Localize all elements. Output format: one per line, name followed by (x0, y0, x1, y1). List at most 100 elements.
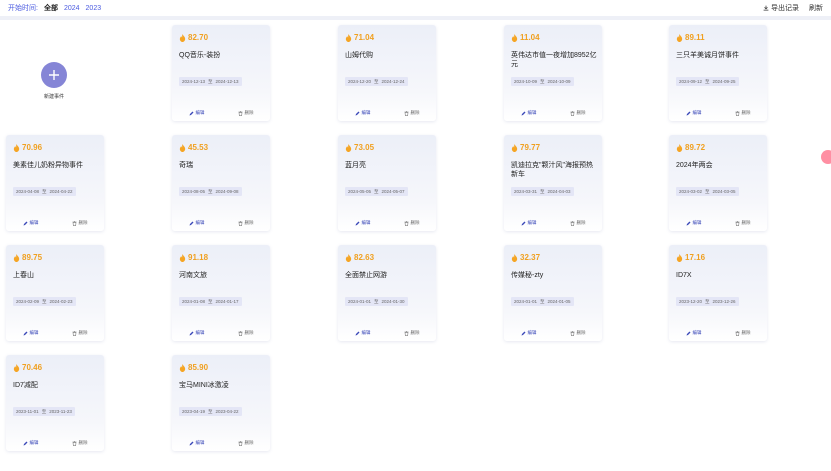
edit-icon (189, 111, 193, 115)
edit-button[interactable]: 编辑 (504, 107, 553, 119)
new-event-button[interactable] (41, 62, 67, 88)
event-card[interactable]: 89.11 三只羊美诚月饼事件 2024-09-12 至 2024-09-25 编辑 删除 (669, 25, 767, 121)
flame-icon (676, 143, 683, 152)
time-filter: 开始时间: 全部 2024 2023 (0, 3, 101, 13)
edit-button[interactable]: 编辑 (172, 327, 221, 339)
filter-option-2024[interactable]: 2024 (64, 5, 80, 12)
start-date: 2024-03-02 (679, 189, 703, 194)
event-card[interactable]: 70.46 ID7减配 2023-11-01 至 2023-11-23 编辑 删除 (6, 355, 104, 451)
delete-label: 删除 (410, 220, 420, 225)
flame-icon (345, 253, 352, 262)
delete-button[interactable]: 删除 (387, 327, 436, 339)
event-card[interactable]: 89.72 2024年两会 2024-03-02 至 2024-03-05 编辑 删除 (669, 135, 767, 231)
event-card[interactable]: 82.70 QQ音乐-装扮 2024-12-13 至 2024-12-13 编辑 删除 (172, 25, 270, 121)
event-card[interactable]: 70.96 美素佳儿奶粉异物事件 2024-04-08 至 2024-04-22 编辑 删除 (6, 135, 104, 231)
edit-button[interactable]: 编辑 (338, 217, 387, 229)
card-actions: 编辑 删除 (504, 217, 602, 229)
flame-icon (179, 143, 186, 152)
delete-button[interactable]: 删除 (553, 107, 602, 119)
refresh-button[interactable]: 刷新 (809, 3, 823, 13)
event-date-range: 2024-12-13 至 2024-12-13 (179, 77, 242, 86)
edit-label: 编辑 (195, 220, 205, 225)
delete-button[interactable]: 删除 (553, 327, 602, 339)
flame-icon (511, 253, 518, 262)
edit-button[interactable]: 编辑 (172, 437, 221, 449)
start-date: 2024-01-08 (182, 299, 206, 304)
edit-button[interactable]: 编辑 (669, 217, 718, 229)
heat-score-value: 70.46 (22, 363, 43, 372)
start-date: 2024-03-31 (514, 189, 538, 194)
delete-button[interactable]: 删除 (718, 217, 767, 229)
card-actions: 编辑 删除 (338, 107, 436, 119)
end-date: 2024-02-23 (49, 299, 73, 304)
card-actions: 编辑 删除 (669, 107, 767, 119)
event-card[interactable]: 82.63 全面禁止网游 2024-01-01 至 2024-01-30 编辑 删除 (338, 245, 436, 341)
heat-score-value: 89.72 (685, 143, 706, 152)
heat-score: 89.11 (676, 33, 705, 42)
date-separator: 至 (374, 188, 379, 194)
flame-icon (511, 143, 518, 152)
event-card[interactable]: 11.04 英伟达市值一夜增加8952亿元 2024-10-09 至 2024-10-0… (504, 25, 602, 121)
event-title: QQ音乐-装扮 (179, 52, 221, 59)
event-title: 三只羊美诚月饼事件 (676, 52, 739, 59)
event-card[interactable]: 32.37 传媒秘-zty 2024-01-01 至 2024-01-05 编辑 删除 (504, 245, 602, 341)
heat-score: 85.90 (179, 363, 208, 372)
event-card[interactable]: 91.18 河南文旅 2024-01-08 至 2024-01-17 编辑 删除 (172, 245, 270, 341)
export-button[interactable]: 导出记录 (763, 3, 799, 13)
delete-button[interactable]: 删除 (718, 327, 767, 339)
edit-button[interactable]: 编辑 (172, 107, 221, 119)
edit-button[interactable]: 编辑 (6, 437, 55, 449)
heat-score: 45.53 (179, 143, 208, 152)
event-card[interactable]: 17.16 ID7X 2023-12-20 至 2023-12-26 编辑 删除 (669, 245, 767, 341)
start-date: 2024-05-05 (348, 189, 372, 194)
event-title: 传媒秘-zty (511, 272, 544, 279)
delete-button[interactable]: 删除 (221, 217, 270, 229)
event-title: 河南文旅 (179, 272, 207, 279)
delete-button[interactable]: 删除 (718, 107, 767, 119)
event-card[interactable]: 45.53 奇瑞 2024-08-05 至 2024-09-08 编辑 删除 (172, 135, 270, 231)
delete-button[interactable]: 删除 (221, 437, 270, 449)
delete-button[interactable]: 删除 (55, 437, 104, 449)
plus-icon (49, 70, 59, 80)
date-separator: 至 (540, 188, 545, 194)
edit-button[interactable]: 编辑 (338, 327, 387, 339)
filter-option-all[interactable]: 全部 (44, 3, 58, 13)
edit-button[interactable]: 编辑 (669, 327, 718, 339)
edit-label: 编辑 (29, 440, 39, 445)
start-date: 2023-12-20 (679, 299, 703, 304)
edit-button[interactable]: 编辑 (504, 327, 553, 339)
delete-button[interactable]: 删除 (55, 217, 104, 229)
date-separator: 至 (208, 188, 213, 194)
event-card[interactable]: 85.90 宝马MINI冰激凌 2023-04-19 至 2023-04-22 编辑 删除 (172, 355, 270, 451)
start-date: 2024-01-01 (514, 299, 538, 304)
edit-button[interactable]: 编辑 (6, 217, 55, 229)
event-card[interactable]: 73.05 蓝月亮 2024-05-05 至 2024-05-07 编辑 删除 (338, 135, 436, 231)
delete-button[interactable]: 删除 (221, 107, 270, 119)
edit-button[interactable]: 编辑 (669, 107, 718, 119)
floating-helper-button[interactable] (821, 150, 831, 164)
edit-button[interactable]: 编辑 (172, 217, 221, 229)
trash-icon (238, 440, 242, 446)
delete-button[interactable]: 删除 (55, 327, 104, 339)
edit-button[interactable]: 编辑 (6, 327, 55, 339)
event-title: 英伟达市值一夜增加8952亿元 (511, 52, 597, 68)
heat-score-value: 71.04 (354, 33, 375, 42)
trash-icon (570, 220, 574, 226)
download-icon (763, 5, 769, 11)
delete-button[interactable]: 删除 (553, 217, 602, 229)
event-card[interactable]: 79.77 凯迪拉克"颗汁风"海报预热新车 2024-03-31 至 2024-04-0… (504, 135, 602, 231)
delete-button[interactable]: 删除 (387, 217, 436, 229)
delete-label: 删除 (410, 330, 420, 335)
edit-icon (521, 331, 525, 335)
event-card[interactable]: 71.04 山姆代购 2024-12-20 至 2024-12-24 编辑 删除 (338, 25, 436, 121)
edit-button[interactable]: 编辑 (504, 217, 553, 229)
edit-button[interactable]: 编辑 (338, 107, 387, 119)
event-card[interactable]: 89.75 上春山 2024-02-09 至 2024-02-23 编辑 删除 (6, 245, 104, 341)
end-date: 2024-10-09 (547, 79, 571, 84)
delete-button[interactable]: 删除 (221, 327, 270, 339)
edit-icon (355, 111, 359, 115)
delete-button[interactable]: 删除 (387, 107, 436, 119)
filter-option-2023[interactable]: 2023 (86, 5, 102, 12)
trash-icon (404, 220, 408, 226)
card-actions: 编辑 删除 (172, 437, 270, 449)
